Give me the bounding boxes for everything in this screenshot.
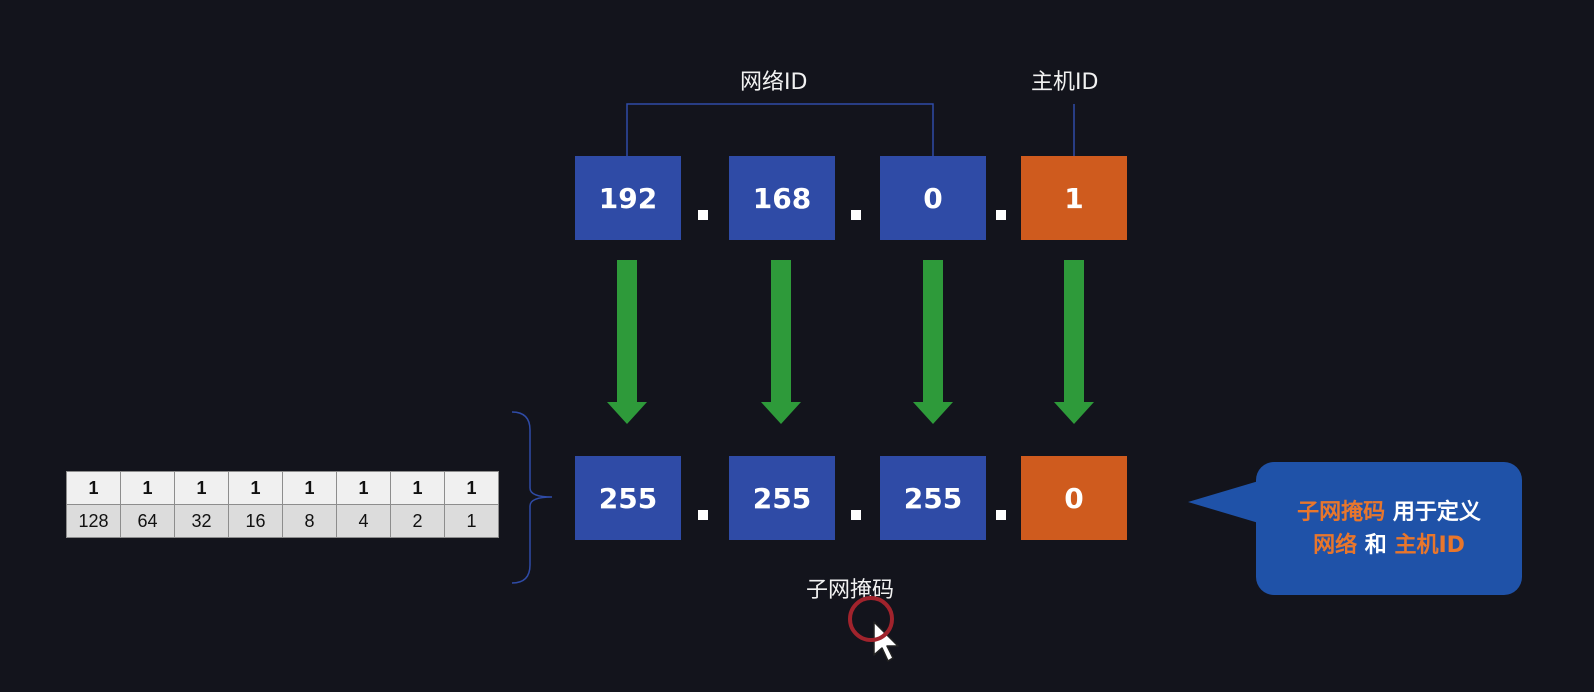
ip-octet-3: 0 [880, 156, 986, 240]
mask-octet-1: 255 [575, 456, 681, 540]
callout-text: 用于定义 [1385, 499, 1481, 525]
callout-highlight: 网络 [1313, 532, 1358, 558]
bit-cell: 1 [444, 471, 499, 505]
down-arrow [1054, 260, 1094, 424]
weight-cell: 64 [120, 504, 175, 538]
callout-line-2: 网络 和 主机ID [1313, 529, 1465, 562]
ip-octet-4: 1 [1021, 156, 1127, 240]
host-id-label: 主机ID [1031, 70, 1099, 95]
bit-cell: 1 [282, 471, 337, 505]
callout-text: 和 [1357, 532, 1395, 558]
bit-row: 1 1 1 1 1 1 1 1 [66, 471, 499, 505]
octet-separator-dot [851, 210, 861, 220]
bit-weight-table: 1 1 1 1 1 1 1 1 128 64 32 16 8 4 2 1 [66, 471, 499, 538]
weight-cell: 128 [66, 504, 121, 538]
octet-separator-dot [698, 210, 708, 220]
mask-brace [511, 411, 553, 584]
callout-line-1: 子网掩码 用于定义 [1297, 496, 1481, 529]
mask-octet-4: 0 [1021, 456, 1127, 540]
weight-cell: 1 [444, 504, 499, 538]
octet-separator-dot [996, 510, 1006, 520]
down-arrow [761, 260, 801, 424]
octet-separator-dot [851, 510, 861, 520]
bit-cell: 1 [174, 471, 229, 505]
callout-highlight: 主机ID [1394, 532, 1465, 558]
weight-cell: 2 [390, 504, 445, 538]
weight-cell: 16 [228, 504, 283, 538]
bit-cell: 1 [120, 471, 175, 505]
bit-cell: 1 [66, 471, 121, 505]
mask-octet-3: 255 [880, 456, 986, 540]
ip-octet-1: 192 [575, 156, 681, 240]
bit-cell: 1 [336, 471, 391, 505]
bit-cell: 1 [390, 471, 445, 505]
down-arrow [607, 260, 647, 424]
callout-pointer [1188, 480, 1262, 524]
mask-octet-2: 255 [729, 456, 835, 540]
down-arrow [913, 260, 953, 424]
weight-cell: 32 [174, 504, 229, 538]
octet-separator-dot [996, 210, 1006, 220]
click-indicator-ring [848, 596, 894, 642]
bit-cell: 1 [228, 471, 283, 505]
octet-separator-dot [698, 510, 708, 520]
ip-octet-2: 168 [729, 156, 835, 240]
callout-bubble: 子网掩码 用于定义 网络 和 主机ID [1256, 462, 1522, 595]
diagram-stage: 网络ID 主机ID 192 168 0 1 255 255 255 0 子网掩码… [0, 0, 1594, 692]
weight-cell: 4 [336, 504, 391, 538]
callout-highlight: 子网掩码 [1297, 499, 1386, 525]
weight-row: 128 64 32 16 8 4 2 1 [66, 504, 499, 538]
weight-cell: 8 [282, 504, 337, 538]
network-id-label: 网络ID [740, 70, 808, 95]
network-id-bracket [626, 103, 934, 157]
